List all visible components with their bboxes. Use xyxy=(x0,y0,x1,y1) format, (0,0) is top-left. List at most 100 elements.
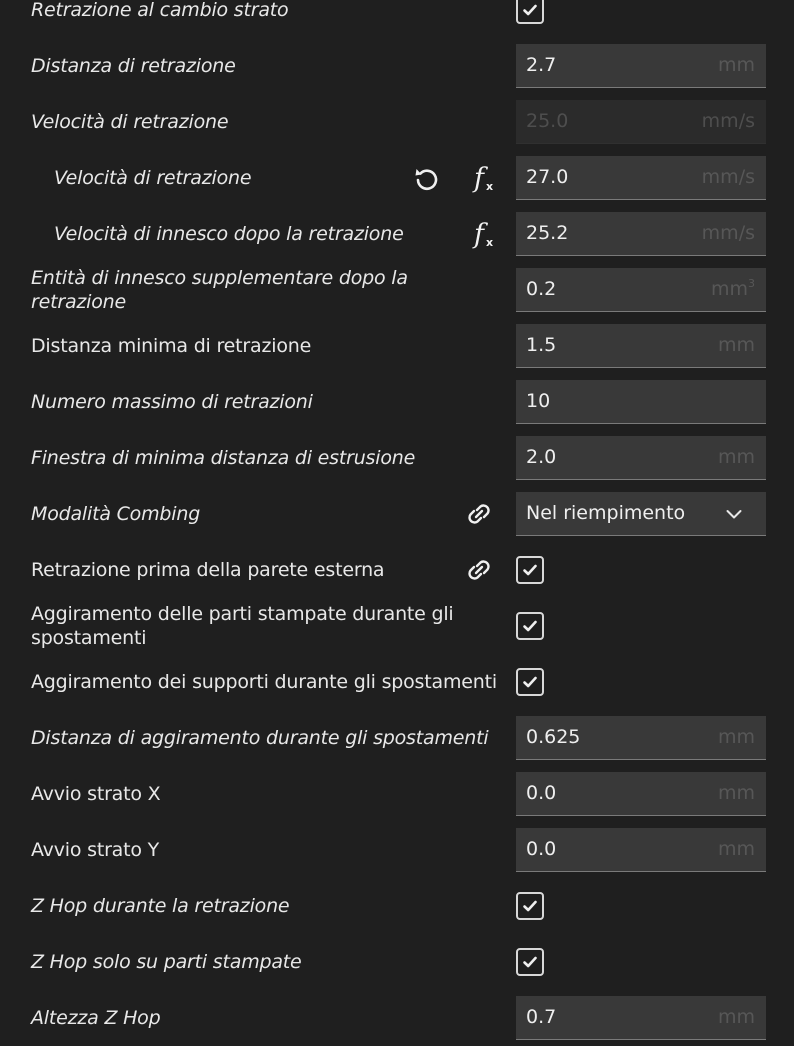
setting-value: 10 xyxy=(526,390,551,412)
setting-input[interactable]: 0.0 mm xyxy=(516,772,766,816)
setting-label: Modalità Combing xyxy=(31,503,201,525)
setting-label: Avvio strato Y xyxy=(31,839,160,861)
setting-unit: mm/s xyxy=(702,156,755,199)
setting-row-altezza-z-hop: Altezza Z Hop 0.7 mm xyxy=(0,990,794,1046)
setting-input[interactable]: 0.7 mm xyxy=(516,996,766,1040)
setting-unit: mm xyxy=(718,996,755,1039)
setting-row-numero-massimo-di-retrazioni: Numero massimo di retrazioni 10 xyxy=(0,374,794,430)
function-icon[interactable]: fx xyxy=(463,218,495,250)
setting-input[interactable]: 2.0 mm xyxy=(516,436,766,480)
setting-select[interactable]: Nel riempimento xyxy=(516,492,766,536)
setting-unit: mm xyxy=(718,436,755,479)
setting-label: Velocità di retrazione xyxy=(54,167,252,189)
setting-value: 2.0 xyxy=(526,446,557,468)
setting-value: 0.2 xyxy=(526,278,557,300)
setting-unit-text: mm/s xyxy=(701,222,755,244)
setting-input[interactable]: 2.7 mm xyxy=(516,44,766,88)
setting-row-z-hop-solo-su-parti-stampate: Z Hop solo su parti stampate xyxy=(0,934,794,990)
setting-unit-text: mm xyxy=(717,1006,755,1028)
setting-label: Velocità di retrazione xyxy=(31,111,229,133)
setting-checkbox[interactable] xyxy=(516,668,544,696)
link-icon[interactable] xyxy=(463,498,495,530)
setting-label: Altezza Z Hop xyxy=(31,1007,161,1029)
setting-unit-superscript: 3 xyxy=(748,277,755,290)
setting-row-avvio-strato-x: Avvio strato X 0.0 mm xyxy=(0,766,794,822)
setting-label: Retrazione prima della parete esterna xyxy=(31,559,385,581)
setting-unit: mm xyxy=(718,324,755,367)
setting-row-avvio-strato-y: Avvio strato Y 0.0 mm xyxy=(0,822,794,878)
setting-input[interactable]: 27.0 mm/s xyxy=(516,156,766,200)
setting-unit: mm/s xyxy=(702,212,755,255)
setting-row-velocita-di-retrazione: Velocità di retrazione f x 27.0 mm/s xyxy=(0,150,794,206)
setting-unit: mm xyxy=(718,772,755,815)
setting-unit-text: mm xyxy=(717,782,755,804)
checkmark-icon xyxy=(523,564,537,576)
setting-unit-text: mm xyxy=(717,334,755,356)
setting-unit-text: mm xyxy=(710,278,748,300)
setting-unit-text: mm/s xyxy=(701,166,755,188)
link-icon[interactable] xyxy=(463,554,495,586)
setting-checkbox[interactable] xyxy=(516,612,544,640)
setting-value: 0.0 xyxy=(526,782,557,804)
setting-input: 25.0 mm/s xyxy=(516,100,766,144)
setting-row-velocita-di-retrazione: Velocità di retrazione 25.0 mm/s xyxy=(0,94,794,150)
setting-row-distanza-minima-di-retrazione: Distanza minima di retrazione 1.5 mm xyxy=(0,318,794,374)
setting-value: Nel riempimento xyxy=(526,502,686,524)
setting-label: Distanza di retrazione xyxy=(31,55,236,77)
setting-label: Numero massimo di retrazioni xyxy=(31,391,313,413)
setting-unit-text: mm xyxy=(717,446,755,468)
setting-unit: mm/s xyxy=(702,100,755,143)
setting-row-entita-di-innesco-supplementare-dopo-la-retrazione: Entità di innesco supplementare dopo la … xyxy=(0,262,794,318)
setting-input[interactable]: 0.625 mm xyxy=(516,716,766,760)
setting-label: Velocità di innesco dopo la retrazione xyxy=(54,223,404,245)
setting-label: Retrazione al cambio strato xyxy=(31,0,289,21)
setting-input[interactable]: 25.2 mm/s xyxy=(516,212,766,256)
checkmark-icon xyxy=(523,4,537,16)
checkmark-icon xyxy=(523,620,537,632)
chevron-down-icon xyxy=(726,510,742,519)
setting-value: 25.2 xyxy=(526,222,569,244)
setting-label: Distanza minima di retrazione xyxy=(31,335,312,357)
setting-value: 27.0 xyxy=(526,166,569,188)
setting-unit-text: mm xyxy=(717,54,755,76)
setting-label: Z Hop durante la retrazione xyxy=(31,895,290,917)
setting-row-distanza-di-aggiramento-durante-gli-spostamenti: Distanza di aggiramento durante gli spos… xyxy=(0,710,794,766)
setting-unit: mm xyxy=(718,716,755,759)
setting-row-modalita-combing: Modalità Combing Nel riempimento xyxy=(0,486,794,542)
setting-label: Aggiramento dei supporti durante gli spo… xyxy=(31,671,497,693)
setting-unit: mm xyxy=(718,828,755,871)
function-icon[interactable]: fx xyxy=(463,162,495,194)
setting-label: Entità di innesco supplementare dopo la … xyxy=(31,267,408,313)
setting-unit-text: mm/s xyxy=(701,110,755,132)
setting-row-velocita-di-innesco-dopo-la-retrazione: Velocità di innesco dopo la retrazione f… xyxy=(0,206,794,262)
setting-label: Z Hop solo su parti stampate xyxy=(31,951,302,973)
setting-input[interactable]: 10 xyxy=(516,380,766,424)
setting-row-retrazione-al-cambio-strato: Retrazione al cambio strato xyxy=(0,0,794,38)
setting-value: 2.7 xyxy=(526,54,557,76)
settings-list: Retrazione al cambio strato Distanza di … xyxy=(0,0,794,1046)
checkmark-icon xyxy=(523,956,537,968)
setting-row-aggiramento-dei-supporti-durante-gli-spostamenti: Aggiramento dei supporti durante gli spo… xyxy=(0,654,794,710)
setting-row-z-hop-durante-la-retrazione: Z Hop durante la retrazione xyxy=(0,878,794,934)
setting-input[interactable]: 1.5 mm xyxy=(516,324,766,368)
checkmark-icon xyxy=(523,676,537,688)
setting-checkbox[interactable] xyxy=(516,0,544,24)
setting-value: 0.7 xyxy=(526,1006,557,1028)
setting-input[interactable]: 0.2 mm3 xyxy=(516,268,766,312)
setting-unit: mm xyxy=(718,44,755,87)
setting-value: 0.625 xyxy=(526,726,581,748)
setting-unit: mm3 xyxy=(711,268,755,311)
reset-icon[interactable] xyxy=(410,162,442,194)
setting-checkbox[interactable] xyxy=(516,892,544,920)
setting-checkbox[interactable] xyxy=(516,948,544,976)
setting-label: Aggiramento delle parti stampate durante… xyxy=(31,603,454,649)
setting-unit-text: mm xyxy=(717,726,755,748)
setting-input[interactable]: 0.0 mm xyxy=(516,828,766,872)
setting-unit-text: mm xyxy=(717,838,755,860)
setting-label: Avvio strato X xyxy=(31,783,161,805)
setting-value: 0.0 xyxy=(526,838,557,860)
setting-value: 25.0 xyxy=(526,110,569,132)
setting-label: Distanza di aggiramento durante gli spos… xyxy=(31,727,489,749)
setting-value: 1.5 xyxy=(526,334,557,356)
setting-checkbox[interactable] xyxy=(516,556,544,584)
